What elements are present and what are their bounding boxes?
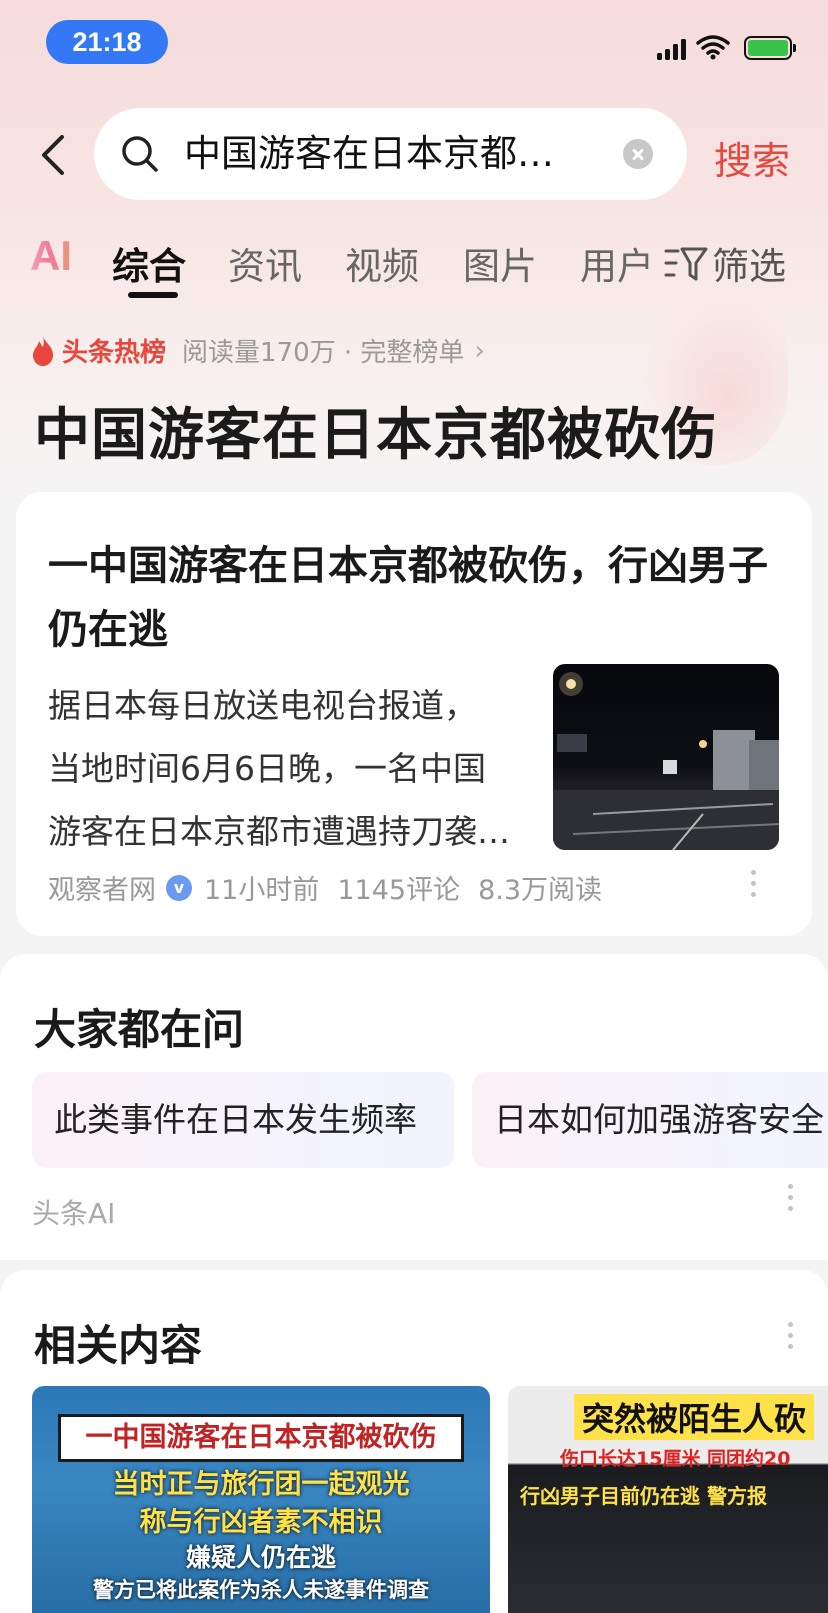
article-summary: 据日本每日放送电视台报道， 当地时间6月6日晚，一名中国 游客在日本京都市遭遇持… [48,674,528,863]
article-time: 11小时前 [204,875,320,906]
ai-source-label: 头条AI [32,1197,116,1230]
related-content-title: 相关内容 [34,1321,203,1370]
summary-line: 游客在日本京都市遭遇持刀袭… [48,812,510,851]
search-bar[interactable]: 中国游客在日本京都… [94,108,687,200]
related-video-thumbnail[interactable]: 突然被陌生人砍 伤口长达15厘米 同团约20 行凶男子目前仍在逃 警方报 [508,1386,828,1613]
thumbnail-caption: 行凶男子目前仍在逃 警方报 [520,1484,767,1508]
tab-images[interactable]: 图片 [463,236,537,290]
more-options-icon[interactable] [788,1184,794,1211]
cellular-signal-icon [657,38,686,60]
status-icons [657,34,796,60]
tab-users[interactable]: 用户 [580,236,654,290]
article-title[interactable]: 一中国游客在日本京都被砍伤，行凶男子仍在逃 [48,534,778,662]
article-meta: 观察者网 v 11小时前 1145评论 8.3万阅读 [48,868,602,907]
filter-button[interactable]: 筛选 [664,236,786,290]
article-comments: 1145评论 [337,875,461,906]
tab-video[interactable]: 视频 [345,236,419,290]
summary-line: 当地时间6月6日晚，一名中国 [48,749,486,788]
thumbnail-caption: 伤口长达15厘米 同团约20 [560,1448,791,1470]
more-options-icon[interactable] [788,1322,794,1349]
hot-topic-headline: 中国游客在日本京都被砍伤 [34,403,718,468]
flame-icon [33,335,53,366]
back-arrow-icon[interactable] [38,133,68,177]
hot-list-meta: 阅读量170万 · 完整榜单 [182,338,465,368]
battery-charging-icon [744,36,796,60]
article-thumbnail[interactable] [553,664,779,850]
question-chip[interactable]: 此类事件在日本发生频率 [32,1072,454,1168]
filter-icon [664,247,708,281]
filter-label: 筛选 [712,245,786,288]
related-video-thumbnail[interactable]: 一中国游客在日本京都被砍伤 当时正与旅行团一起观光 称与行凶者素不相识 嫌疑人仍… [32,1386,490,1613]
tab-comprehensive[interactable]: 综合 [112,236,186,290]
chevron-right-icon: › [474,335,485,366]
everyone-asks-title: 大家都在问 [34,1005,245,1054]
related-content-section: 相关内容 一中国游客在日本京都被砍伤 当时正与旅行团一起观光 称与行凶者素不相识… [0,1270,828,1613]
article-reads: 8.3万阅读 [478,875,603,906]
hot-list-label: 头条热榜 [62,338,167,368]
night-street-image [553,672,779,850]
article-source[interactable]: 观察者网 [48,868,156,907]
thumbnail-caption: 一中国游客在日本京都被砍伤 [58,1414,464,1462]
tab-news[interactable]: 资讯 [228,236,302,290]
search-submit-button[interactable]: 搜索 [714,130,790,185]
article-card[interactable]: 一中国游客在日本京都被砍伤，行凶男子仍在逃 据日本每日放送电视台报道， 当地时间… [16,492,812,936]
verified-badge-icon: v [166,874,192,901]
search-icon [122,136,158,172]
status-time: 21:18 [46,20,168,64]
thumbnail-caption: 嫌疑人仍在逃 [185,1543,336,1572]
wifi-icon [696,35,730,60]
active-tab-indicator [128,292,178,298]
clear-search-icon[interactable] [623,139,653,169]
search-input[interactable]: 中国游客在日本京都… [184,108,604,200]
ai-tab-logo[interactable]: AI [30,232,72,280]
thumbnail-caption: 称与行凶者素不相识 [139,1507,383,1538]
thumbnail-caption: 当时正与旅行团一起观光 [112,1469,410,1500]
thumbnail-caption: 突然被陌生人砍 [574,1394,815,1440]
summary-line: 据日本每日放送电视台报道， [48,686,477,725]
everyone-asks-section: 大家都在问 此类事件在日本发生频率 日本如何加强游客安全 头条AI [0,954,828,1260]
question-chip[interactable]: 日本如何加强游客安全 [472,1072,828,1168]
thumbnail-caption: 警方已将此案作为杀人未遂事件调查 [93,1578,429,1602]
more-options-icon[interactable] [751,870,757,897]
hot-list-row[interactable]: 头条热榜 阅读量170万 · 完整榜单 › [30,332,485,369]
